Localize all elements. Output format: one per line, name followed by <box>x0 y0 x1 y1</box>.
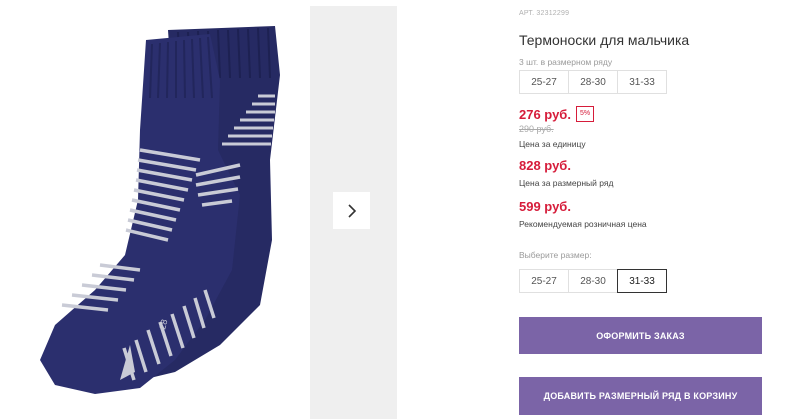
gallery-spacer <box>397 0 497 419</box>
discount-badge: 5% <box>575 106 595 122</box>
retail-price: 599 руб. <box>519 199 571 214</box>
product-gallery: 28 <box>0 0 497 419</box>
pack-size-item: 25-27 <box>519 70 569 94</box>
chevron-right-icon <box>347 203 356 218</box>
product-photo: 28 <box>0 0 310 419</box>
order-button[interactable]: ОФОРМИТЬ ЗАКАЗ <box>519 317 762 354</box>
pack-hint: 3 шт. в размерном ряду <box>519 57 613 67</box>
add-size-row-to-cart-button[interactable]: ДОБАВИТЬ РАЗМЕРНЫЙ РЯД В КОРЗИНУ <box>519 377 762 415</box>
next-image-button[interactable] <box>333 192 370 229</box>
unit-price-caption: Цена за единицу <box>519 139 586 149</box>
pack-size-item: 28-30 <box>568 70 618 94</box>
product-info: АРТ. 32312299 Термоноски для мальчика 3 … <box>519 0 800 419</box>
row-price-caption: Цена за размерный ряд <box>519 178 614 188</box>
sock-image: 28 <box>40 26 280 394</box>
product-title: Термоноски для мальчика <box>519 32 690 48</box>
article-number: АРТ. 32312299 <box>519 10 570 17</box>
unit-price: 276 руб. <box>519 106 571 122</box>
old-price: 290 руб. <box>519 124 554 134</box>
unit-price-row: 276 руб. 5% <box>519 106 595 122</box>
size-selector: 25-27 28-30 31-33 <box>519 269 667 293</box>
row-price: 828 руб. <box>519 158 571 173</box>
size-option-28-30[interactable]: 28-30 <box>568 269 618 293</box>
pack-size-row: 25-27 28-30 31-33 <box>519 70 667 94</box>
retail-price-caption: Рекомендуемая розничная цена <box>519 219 647 229</box>
pack-size-item: 31-33 <box>617 70 667 94</box>
choose-size-label: Выберите размер: <box>519 250 592 260</box>
size-option-31-33[interactable]: 31-33 <box>617 269 667 293</box>
size-option-25-27[interactable]: 25-27 <box>519 269 569 293</box>
